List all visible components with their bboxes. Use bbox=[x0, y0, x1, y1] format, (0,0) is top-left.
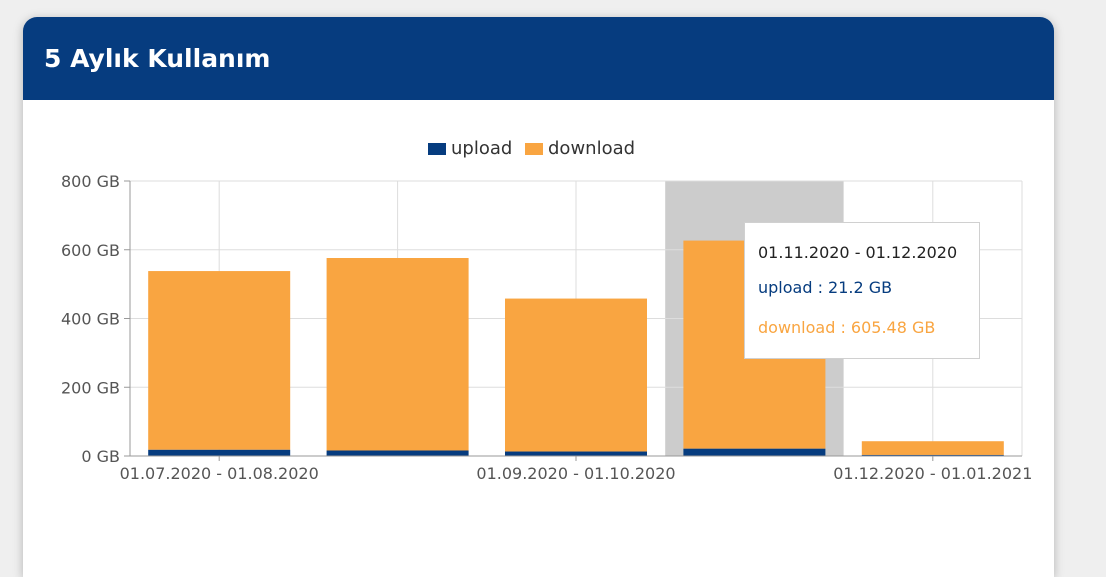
tooltip-download: download : 605.48 GB bbox=[758, 318, 936, 337]
legend-swatch-upload[interactable] bbox=[428, 143, 446, 155]
y-tick-label-4: 800 GB bbox=[61, 172, 120, 191]
bar-upload-0[interactable] bbox=[148, 449, 291, 456]
bar-upload-1[interactable] bbox=[326, 450, 469, 457]
tooltip-title: 01.11.2020 - 01.12.2020 bbox=[758, 243, 958, 262]
bar-download-1[interactable] bbox=[326, 258, 469, 451]
y-tick-label-1: 200 GB bbox=[61, 378, 120, 397]
chart-tooltip: 01.11.2020 - 01.12.2020 upload : 21.2 GB… bbox=[744, 222, 980, 359]
x-tick-label-0: 01.07.2020 - 01.08.2020 bbox=[120, 464, 319, 483]
bar-download-2[interactable] bbox=[505, 298, 647, 452]
tooltip-upload: upload : 21.2 GB bbox=[758, 278, 893, 297]
bar-download-0[interactable] bbox=[148, 271, 291, 450]
x-tick-label-1: 01.09.2020 - 01.10.2020 bbox=[476, 464, 675, 483]
legend-swatch-download[interactable] bbox=[525, 143, 543, 155]
y-tick-label-3: 600 GB bbox=[61, 241, 120, 260]
legend-label-upload[interactable]: upload bbox=[451, 138, 512, 159]
legend-label-download[interactable]: download bbox=[548, 138, 635, 159]
bar-upload-3[interactable] bbox=[683, 448, 826, 456]
x-tick-label-2: 01.12.2020 - 01.01.2021 bbox=[833, 464, 1032, 483]
bar-upload-2[interactable] bbox=[505, 451, 647, 456]
y-tick-label-2: 400 GB bbox=[61, 310, 120, 329]
y-tick-label-0: 0 GB bbox=[81, 447, 120, 466]
bar-download-4[interactable] bbox=[861, 441, 1004, 455]
